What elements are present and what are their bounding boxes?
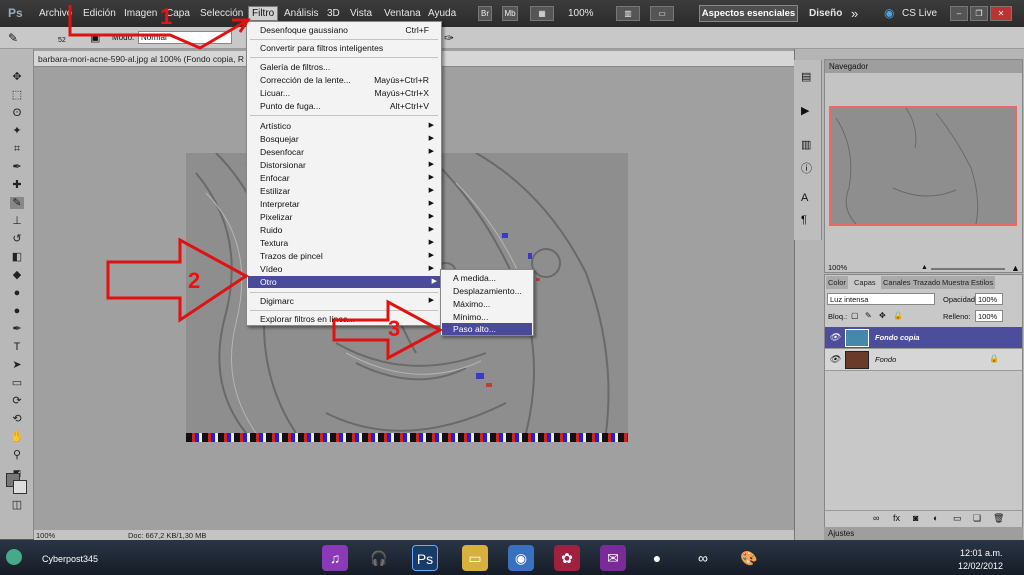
mail-icon[interactable]: ✉ <box>600 545 626 571</box>
app-icon[interactable]: ✿ <box>554 545 580 571</box>
taskbar-time: 12:01 a.m. <box>960 548 1003 558</box>
bomb-icon[interactable]: ● <box>644 545 670 571</box>
annotation-label-3: 3 <box>388 316 401 341</box>
annotation-label-1: 1 <box>160 4 173 29</box>
windows-taskbar: Cyberpost345 ♫ 🎧 Ps ▭ ◉ ✿ ✉ ● ∞ 🎨 12:01 … <box>0 540 1024 575</box>
annotation-arrows <box>68 5 444 361</box>
messenger-icon[interactable]: ∞ <box>690 545 716 571</box>
itunes-icon[interactable]: ♫ <box>322 545 348 571</box>
headphones-icon[interactable]: 🎧 <box>366 545 392 571</box>
arrow-2-shape <box>106 237 249 323</box>
start-button-icon[interactable] <box>6 549 22 565</box>
annotation-label-2: 2 <box>188 268 201 293</box>
photoshop-taskbar-icon[interactable]: Ps <box>412 545 438 571</box>
taskbar-user: Cyberpost345 <box>42 554 99 564</box>
taskbar-date: 12/02/2012 <box>958 561 1004 571</box>
arrow-1-shape <box>68 5 249 50</box>
firefox-icon[interactable]: ◉ <box>508 545 534 571</box>
arrow-3-shape <box>332 299 444 361</box>
folder-icon[interactable]: ▭ <box>462 545 488 571</box>
paint-icon[interactable]: 🎨 <box>736 545 762 571</box>
